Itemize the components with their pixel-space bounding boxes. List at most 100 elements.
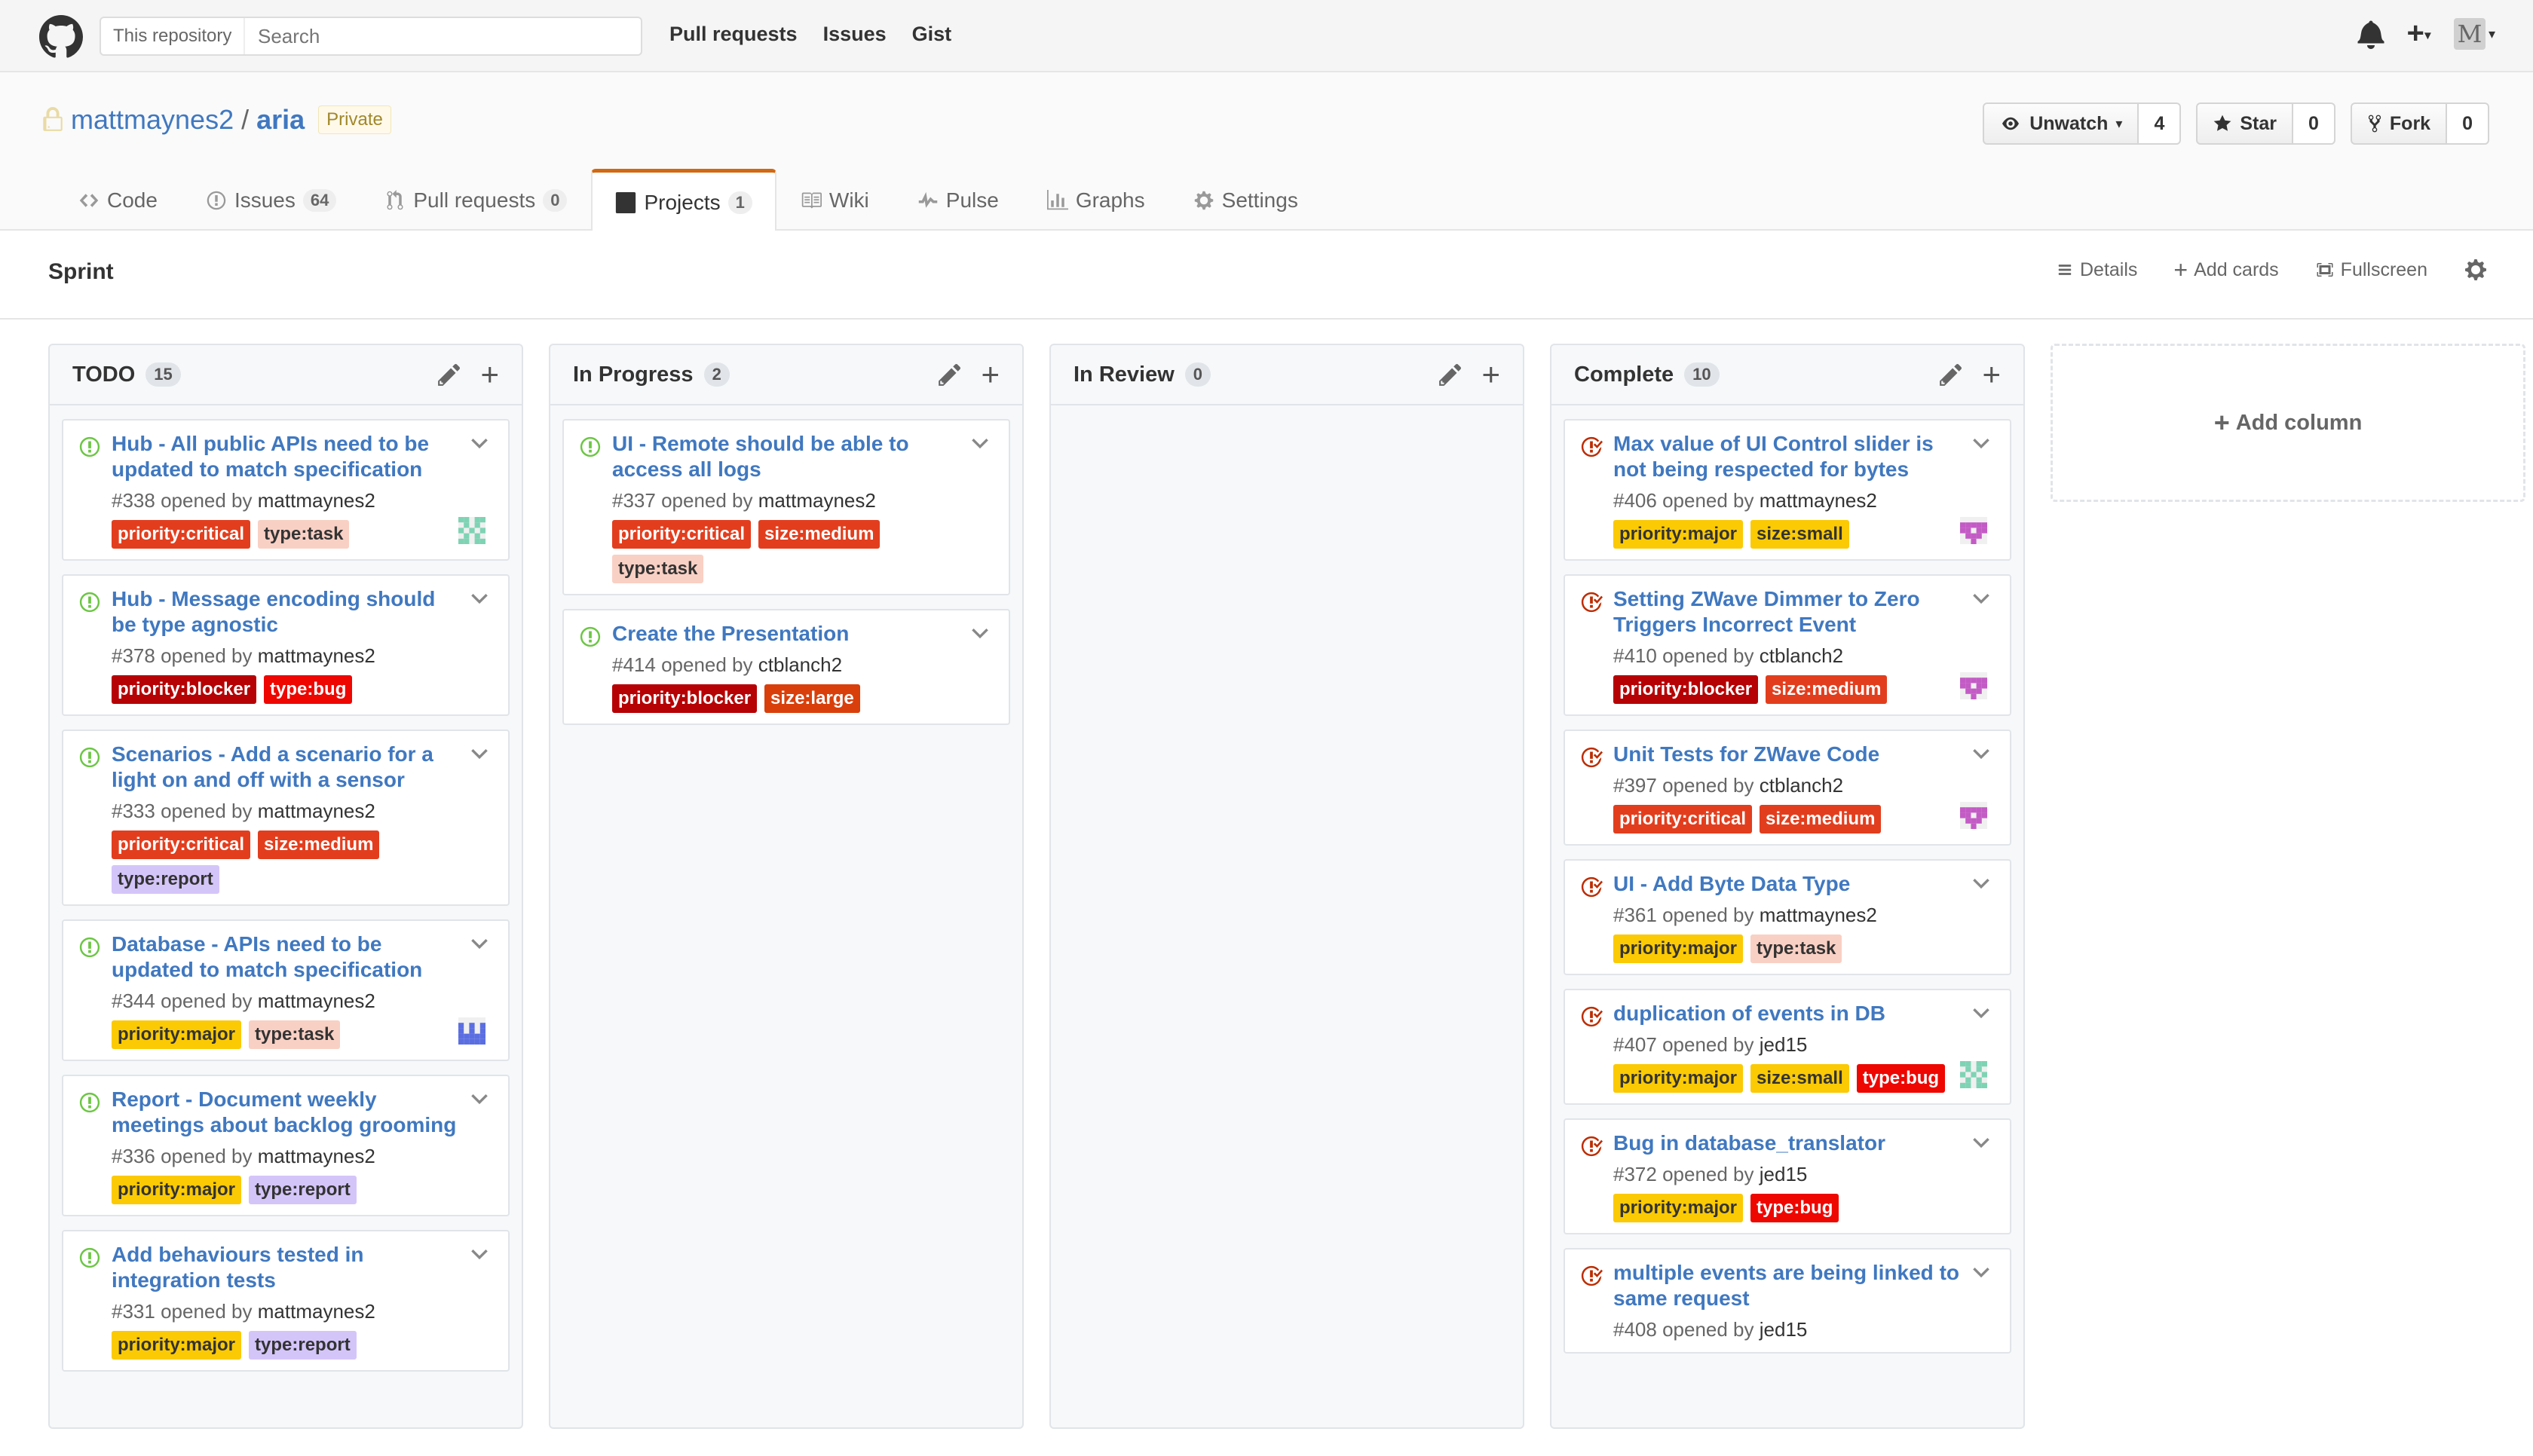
tab-wiki[interactable]: Wiki [776, 169, 893, 231]
issue-card[interactable]: UI - Add Byte Data Type #361 opened by ma… [1564, 859, 2011, 975]
search-input[interactable] [258, 18, 635, 54]
plus-icon[interactable]: + [1481, 359, 1500, 390]
issue-label[interactable]: type:report [112, 865, 219, 894]
issue-label[interactable]: priority:blocker [612, 684, 758, 713]
chevron-down-icon[interactable] [470, 437, 489, 449]
add-cards-button[interactable]: + Add cards [2173, 258, 2278, 282]
issue-label[interactable]: type:task [1750, 934, 1842, 963]
issue-author[interactable]: mattmaynes2 [258, 489, 375, 512]
issue-label[interactable]: priority:major [1613, 934, 1744, 963]
nav-pull-requests[interactable]: Pull requests [669, 23, 798, 46]
pencil-icon[interactable] [436, 362, 462, 387]
issue-label[interactable]: type:report [249, 1331, 357, 1360]
chevron-down-icon[interactable] [1972, 877, 1990, 889]
star-button[interactable]: Star [2196, 102, 2293, 145]
chevron-down-icon[interactable] [470, 748, 489, 760]
plus-icon[interactable]: + [981, 359, 1000, 390]
card-title-link[interactable]: Hub - Message encoding should be type ag… [112, 586, 493, 638]
star-count[interactable]: 0 [2293, 102, 2335, 145]
issue-label[interactable]: priority:major [112, 1331, 242, 1360]
issue-author[interactable]: jed15 [1760, 1033, 1808, 1056]
issue-card[interactable]: Hub - All public APIs need to be updated… [62, 419, 510, 561]
tab-projects[interactable]: Projects 1 [591, 169, 776, 232]
watch-count[interactable]: 4 [2139, 102, 2182, 145]
add-column-button[interactable]: + Add column [2051, 344, 2525, 502]
issue-card[interactable]: Unit Tests for ZWave Code #397 opened by … [1564, 730, 2011, 846]
issue-label[interactable]: type:report [249, 1176, 357, 1204]
card-title-link[interactable]: duplication of events in DB [1613, 1001, 1995, 1026]
issue-label[interactable]: size:small [1750, 520, 1849, 549]
bell-icon[interactable] [2357, 19, 2384, 50]
issue-label[interactable]: priority:critical [1613, 805, 1753, 834]
issue-author[interactable]: ctblanch2 [1760, 774, 1843, 797]
card-title-link[interactable]: Max value of UI Control slider is not be… [1613, 431, 1995, 482]
chevron-down-icon[interactable] [971, 627, 989, 639]
gear-icon[interactable] [2464, 258, 2488, 282]
issue-label[interactable]: size:medium [1760, 805, 1882, 834]
pencil-icon[interactable] [1938, 362, 1964, 387]
card-title-link[interactable]: Hub - All public APIs need to be updated… [112, 431, 493, 482]
issue-label[interactable]: type:bug [264, 675, 353, 704]
issue-card[interactable]: Database - APIs need to be updated to ma… [62, 919, 510, 1061]
issue-label[interactable]: priority:blocker [112, 675, 257, 704]
chevron-down-icon[interactable] [470, 1093, 489, 1105]
unwatch-button[interactable]: Unwatch ▾ [1983, 102, 2139, 145]
card-title-link[interactable]: multiple events are being linked to same… [1613, 1260, 1995, 1311]
issue-author[interactable]: mattmaynes2 [258, 1145, 375, 1167]
issue-author[interactable]: mattmaynes2 [258, 990, 375, 1012]
tab-pull-requests[interactable]: Pull requests 0 [360, 169, 591, 231]
issue-label[interactable]: size:medium [758, 520, 881, 549]
chevron-down-icon[interactable] [470, 938, 489, 950]
issue-label[interactable]: type:task [612, 555, 704, 583]
chevron-down-icon[interactable] [1972, 592, 1990, 604]
issue-card[interactable]: Max value of UI Control slider is not be… [1564, 419, 2011, 561]
issue-card[interactable]: Create the Presentation #414 opened by ct… [562, 609, 1010, 725]
card-title-link[interactable]: Scenarios - Add a scenario for a light o… [112, 742, 493, 793]
issue-label[interactable]: priority:critical [112, 830, 251, 859]
issue-label[interactable]: priority:critical [112, 520, 251, 549]
issue-card[interactable]: Setting ZWave Dimmer to Zero Triggers In… [1564, 574, 2011, 716]
issue-author[interactable]: mattmaynes2 [1760, 489, 1877, 512]
issue-author[interactable]: mattmaynes2 [258, 1300, 375, 1323]
github-logo-icon[interactable] [39, 15, 83, 59]
tab-issues[interactable]: Issues 64 [182, 169, 360, 231]
chevron-down-icon[interactable] [1972, 1136, 1990, 1149]
card-title-link[interactable]: Bug in database_translator [1613, 1130, 1995, 1156]
nav-gist[interactable]: Gist [912, 23, 952, 46]
issue-label[interactable]: size:medium [1766, 675, 1888, 704]
card-title-link[interactable]: Unit Tests for ZWave Code [1613, 742, 1995, 767]
tab-settings[interactable]: Settings [1169, 169, 1322, 231]
card-title-link[interactable]: Report - Document weekly meetings about … [112, 1087, 493, 1138]
repo-name-link[interactable]: aria [256, 104, 305, 136]
issue-label[interactable]: type:task [249, 1020, 341, 1049]
issue-label[interactable]: type:bug [1856, 1064, 1946, 1093]
create-new-menu[interactable]: +▾ [2407, 18, 2431, 50]
issue-author[interactable]: mattmaynes2 [258, 800, 375, 822]
chevron-down-icon[interactable] [470, 1248, 489, 1260]
chevron-down-icon[interactable] [971, 437, 989, 449]
plus-icon[interactable]: + [480, 359, 499, 390]
issue-card[interactable]: Scenarios - Add a scenario for a light o… [62, 730, 510, 906]
pencil-icon[interactable] [1438, 362, 1463, 387]
issue-author[interactable]: jed15 [1760, 1318, 1808, 1341]
issue-author[interactable]: mattmaynes2 [258, 644, 375, 667]
chevron-down-icon[interactable] [1972, 437, 1990, 449]
details-button[interactable]: Details [2056, 259, 2137, 281]
tab-pulse[interactable]: Pulse [893, 169, 1023, 231]
fork-count[interactable]: 0 [2447, 102, 2489, 145]
issue-card[interactable]: duplication of events in DB #407 opened b… [1564, 989, 2011, 1105]
issue-label[interactable]: priority:major [1613, 1194, 1744, 1222]
issue-label[interactable]: type:task [258, 520, 350, 549]
tab-code[interactable]: Code [54, 169, 182, 231]
issue-label[interactable]: size:small [1750, 1064, 1849, 1093]
pencil-icon[interactable] [937, 362, 963, 387]
issue-card[interactable]: multiple events are being linked to same… [1564, 1248, 2011, 1354]
card-title-link[interactable]: Setting ZWave Dimmer to Zero Triggers In… [1613, 586, 1995, 638]
issue-card[interactable]: UI - Remote should be able to access all… [562, 419, 1010, 595]
card-title-link[interactable]: Add behaviours tested in integration tes… [112, 1242, 493, 1293]
issue-card[interactable]: Add behaviours tested in integration tes… [62, 1230, 510, 1372]
repo-owner-link[interactable]: mattmaynes2 [71, 104, 234, 136]
issue-label[interactable]: size:large [764, 684, 860, 713]
issue-card[interactable]: Hub - Message encoding should be type ag… [62, 574, 510, 716]
issue-label[interactable]: priority:major [1613, 1064, 1744, 1093]
